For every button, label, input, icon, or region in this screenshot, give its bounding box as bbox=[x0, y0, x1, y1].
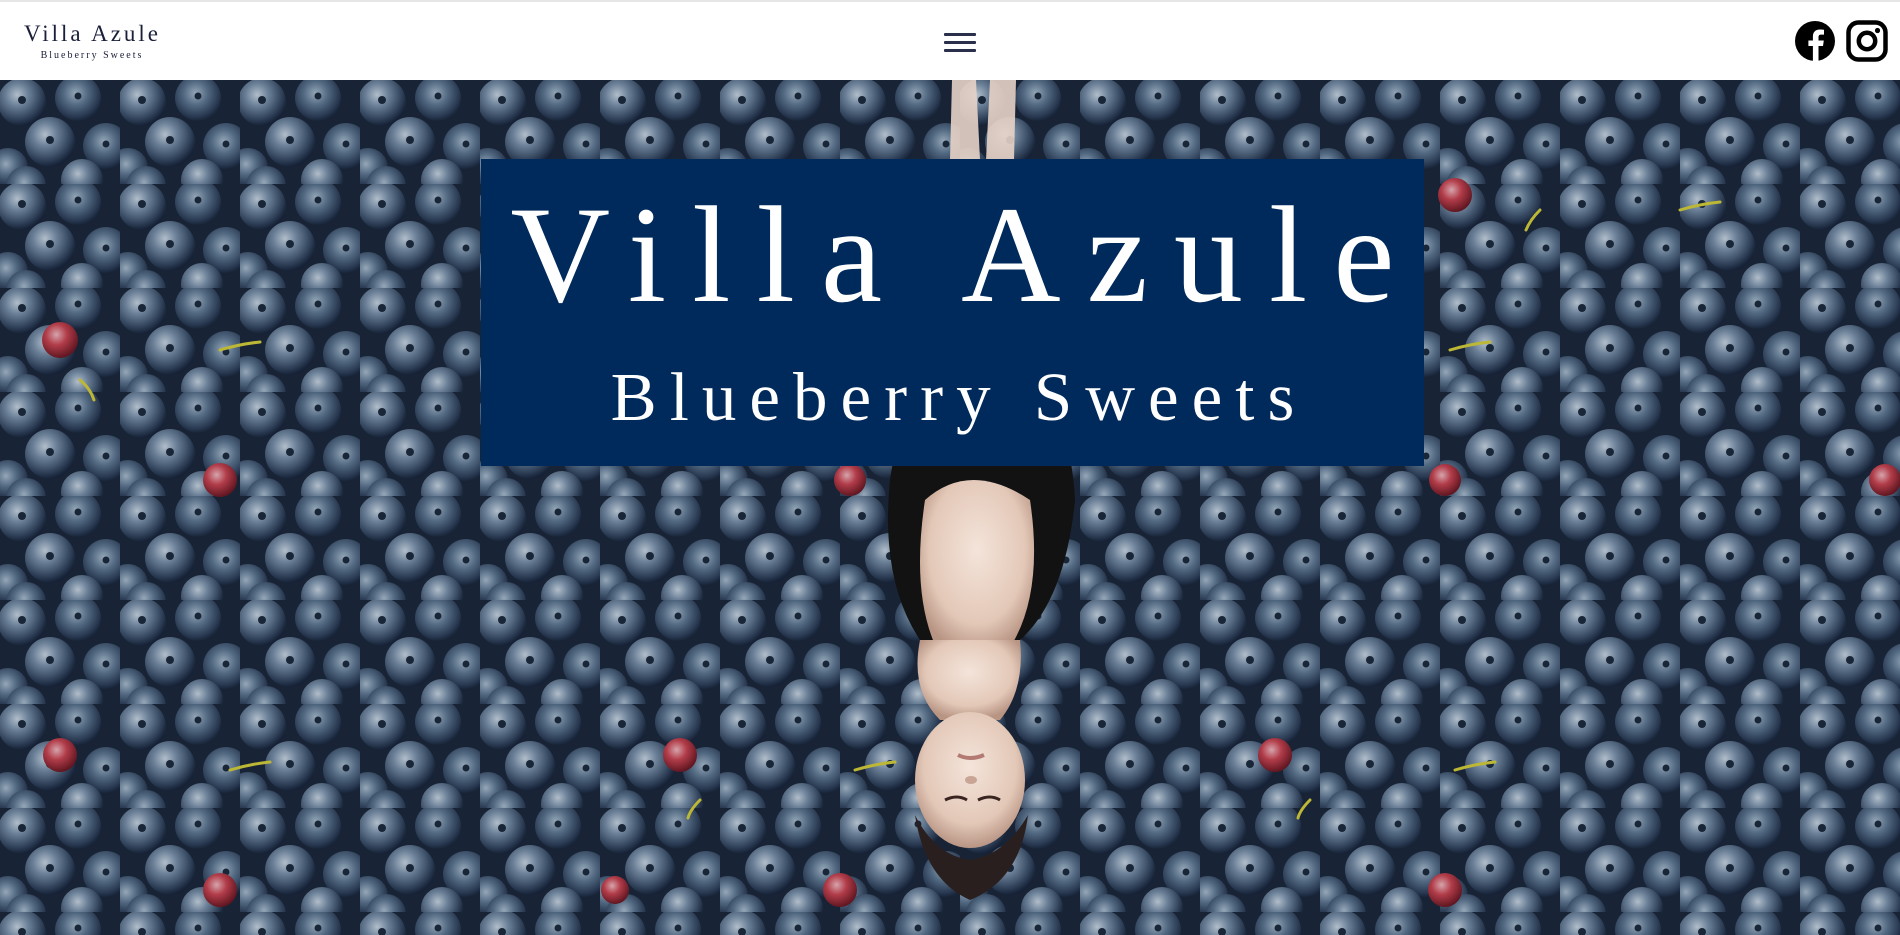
facebook-icon[interactable] bbox=[1794, 20, 1836, 62]
hero-section: Villa Azule Blueberry Sweets bbox=[0, 80, 1900, 935]
hero-title-card: Villa Azule Blueberry Sweets bbox=[481, 159, 1424, 466]
hero-title: Villa Azule bbox=[510, 178, 1421, 331]
instagram-icon[interactable] bbox=[1846, 20, 1888, 62]
site-logo[interactable]: Villa Azule Blueberry Sweets bbox=[24, 20, 160, 63]
hamburger-menu-icon[interactable] bbox=[944, 33, 976, 57]
hero-subtitle: Blueberry Sweets bbox=[610, 359, 1308, 435]
site-header: Villa Azule Blueberry Sweets bbox=[0, 0, 1900, 80]
logo-subtitle: Blueberry Sweets bbox=[40, 50, 144, 61]
logo-title: Villa Azule bbox=[24, 21, 162, 46]
